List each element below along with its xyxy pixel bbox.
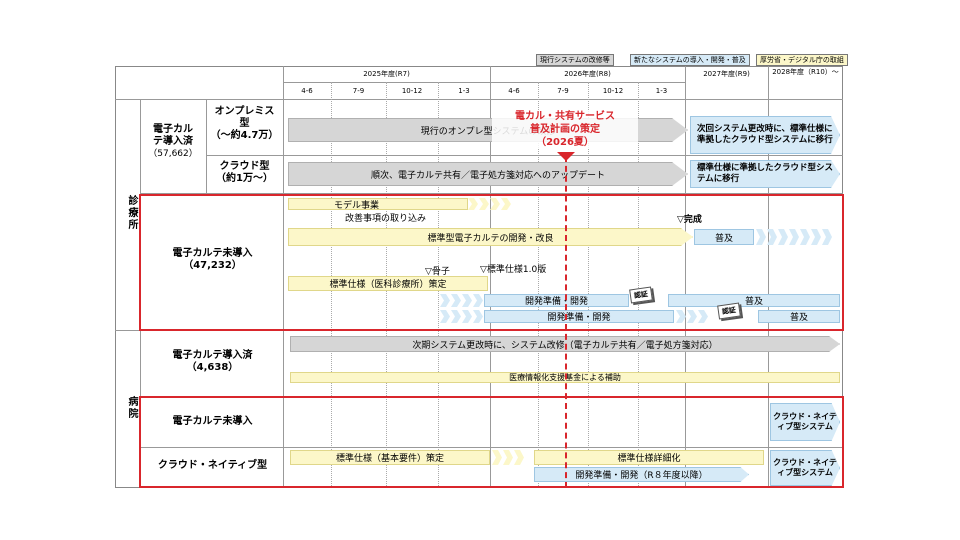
quarter: 1-3	[655, 87, 668, 95]
callout-text: 電カル・共有サービス 普及計画の策定 （2026夏）	[492, 110, 638, 149]
clinic-not-adopted-highlight	[139, 194, 844, 331]
callout-arrow	[557, 152, 575, 161]
clinic-group-label: 診療所	[126, 195, 137, 231]
legend-ministry: 厚労省・デジタル庁の取組	[756, 54, 848, 66]
quarter: 1-3	[458, 87, 470, 95]
hospital-not-adopted-highlight	[139, 396, 844, 488]
legend-new-system: 新たなシステムの導入・開発・普及	[630, 54, 750, 66]
year-2025: 2025年度(R7)	[363, 70, 410, 78]
callout-dashed-line	[565, 156, 567, 488]
quarter: 10-12	[401, 87, 423, 95]
quarter: 10-12	[602, 87, 624, 95]
cloud-update-bar: 順次、電子カルテ共有／電子処方箋対応へのアップデート	[288, 162, 688, 186]
row-line	[206, 155, 843, 156]
quarter: 7-9	[352, 87, 365, 95]
legend-current-system: 現行システムの改修等	[536, 54, 614, 66]
header-bottom	[115, 99, 843, 100]
quarter: 4-6	[508, 87, 520, 95]
cloud-next-bar: 標準仕様に準拠したクラウド型システムに移行	[690, 160, 840, 188]
year-2027: 2027年度(R9)	[703, 70, 750, 78]
header-divider	[283, 82, 685, 83]
onprem-label: オンプレミス 型 （～約4.7万）	[210, 106, 279, 141]
hospital-adopted-label: 電子カルテ導入済 （4,638）	[172, 350, 253, 373]
year-2028: 2028年度（R10）～	[772, 68, 839, 76]
quarter: 7-9	[557, 87, 569, 95]
onprem-next-bar: 次回システム更改時に、標準仕様に準拠したクラウド型システムに移行	[690, 116, 840, 154]
year-2026: 2026年度(R8)	[564, 70, 611, 78]
cloud-type-label: クラウド型 （約1万～）	[216, 161, 273, 184]
hospital-group-label: 病院	[126, 396, 137, 420]
quarter: 4-6	[301, 87, 313, 95]
clinic-adopted-label: 電子カル テ導入済 （57,662）	[148, 124, 198, 159]
